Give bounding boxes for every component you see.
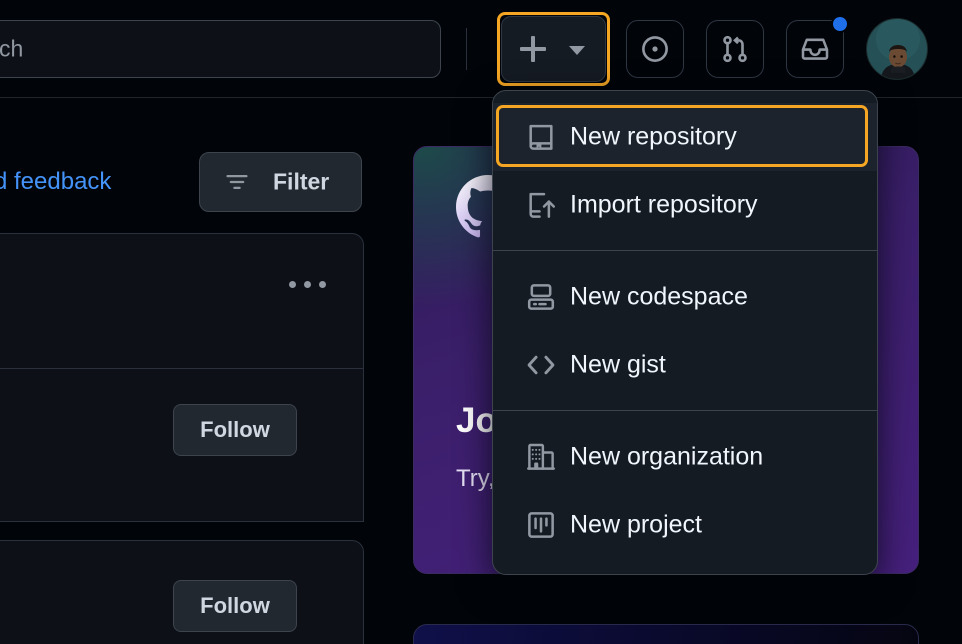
plus-icon	[520, 36, 546, 62]
repo-import-icon	[529, 192, 556, 218]
follow-button-label: Follow	[200, 593, 270, 618]
menu-divider	[493, 410, 877, 411]
repo-icon	[529, 124, 553, 150]
search-input-value: ch	[0, 35, 24, 62]
kebab-menu-icon[interactable]	[289, 281, 327, 289]
issues-icon	[642, 36, 668, 62]
pull-requests-button[interactable]	[706, 20, 764, 78]
project-icon	[528, 512, 554, 538]
global-header: ch	[0, 0, 962, 98]
feedback-link[interactable]: d feedback	[0, 168, 111, 196]
app-root: ch d feedback Filter Follow Follow Joi T…	[0, 0, 962, 644]
chevron-down-icon	[569, 46, 585, 55]
menu-item-new-organization[interactable]: New organization	[493, 423, 877, 491]
menu-item-label: New gist	[570, 350, 666, 379]
notifications-button[interactable]	[786, 15, 849, 78]
create-new-button[interactable]	[501, 16, 606, 82]
menu-divider	[493, 250, 877, 251]
header-divider	[466, 28, 467, 70]
inbox-icon	[801, 38, 829, 60]
issues-button[interactable]	[626, 20, 684, 78]
secondary-promo-card	[413, 624, 919, 644]
menu-item-label: Import repository	[570, 190, 758, 219]
menu-item-import-repository[interactable]: Import repository	[493, 171, 877, 239]
create-new-menu: New repository Import repository New cod…	[492, 90, 878, 575]
notification-badge-dot	[831, 15, 849, 33]
pull-requests-icon	[723, 35, 747, 63]
menu-item-new-project[interactable]: New project	[493, 491, 877, 559]
menu-item-new-codespace[interactable]: New codespace	[493, 263, 877, 331]
avatar-photo	[867, 19, 927, 79]
follow-button[interactable]: Follow	[173, 580, 297, 632]
feed-card-top	[0, 233, 364, 368]
menu-item-new-gist[interactable]: New gist	[493, 331, 877, 399]
menu-item-label: New organization	[570, 442, 764, 471]
follow-button-label: Follow	[200, 417, 270, 442]
user-avatar[interactable]	[866, 18, 928, 80]
menu-item-label: New project	[570, 510, 702, 539]
code-icon	[527, 355, 555, 375]
follow-button[interactable]: Follow	[173, 404, 297, 456]
menu-item-new-repository[interactable]: New repository	[493, 103, 877, 171]
filter-button-label: Filter	[273, 168, 330, 195]
menu-item-label: New repository	[570, 122, 737, 151]
filter-icon	[226, 175, 248, 189]
menu-item-label: New codespace	[570, 282, 748, 311]
filter-button[interactable]: Filter	[199, 152, 362, 212]
search-input[interactable]: ch	[0, 20, 441, 78]
codespaces-icon	[527, 284, 555, 310]
organization-icon	[527, 443, 555, 470]
